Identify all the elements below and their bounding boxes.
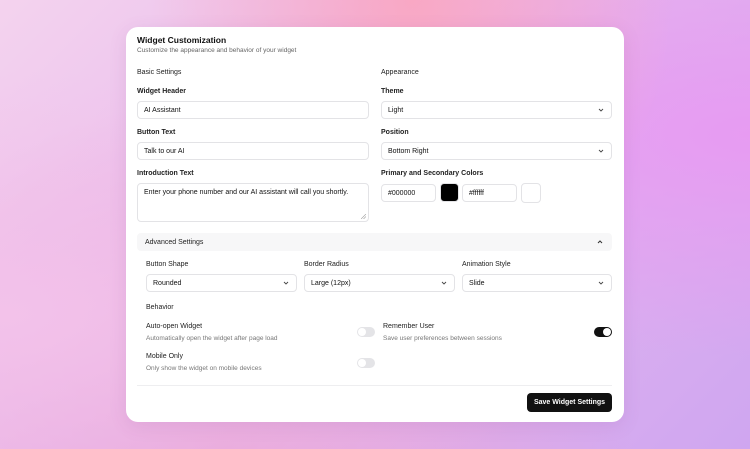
border-radius-select[interactable]: Large (12px) bbox=[304, 274, 455, 292]
footer-divider bbox=[137, 385, 612, 386]
button-shape-label: Button Shape bbox=[146, 261, 189, 268]
advanced-settings-toggle[interactable]: Advanced Settings bbox=[137, 233, 612, 251]
chevron-down-icon bbox=[598, 108, 604, 112]
advanced-settings-title: Advanced Settings bbox=[145, 238, 204, 246]
chevron-down-icon bbox=[598, 281, 604, 285]
button-text-label: Button Text bbox=[137, 129, 176, 136]
mobile-only-toggle[interactable] bbox=[357, 358, 375, 368]
widget-header-value: AI Assistant bbox=[144, 106, 181, 114]
page-subtitle: Customize the appearance and behavior of… bbox=[137, 47, 297, 54]
position-label: Position bbox=[381, 129, 409, 136]
animation-style-label: Animation Style bbox=[462, 261, 511, 268]
introduction-textarea[interactable]: Enter your phone number and our AI assis… bbox=[137, 183, 369, 222]
resize-grip-icon[interactable] bbox=[361, 214, 366, 219]
widget-header-label: Widget Header bbox=[137, 88, 186, 95]
auto-open-title: Auto-open Widget bbox=[146, 323, 203, 330]
appearance-label: Appearance bbox=[381, 69, 419, 76]
primary-color-input[interactable]: #000000 bbox=[381, 184, 436, 202]
primary-color-value: #000000 bbox=[388, 189, 416, 197]
toggle-knob bbox=[358, 359, 366, 367]
position-value: Bottom Right bbox=[388, 147, 429, 155]
widget-header-input[interactable]: AI Assistant bbox=[137, 101, 369, 119]
chevron-up-icon[interactable] bbox=[596, 238, 604, 246]
animation-style-select[interactable]: Slide bbox=[462, 274, 612, 292]
button-shape-value: Rounded bbox=[153, 279, 182, 287]
theme-select[interactable]: Light bbox=[381, 101, 612, 119]
chevron-down-icon bbox=[441, 281, 447, 285]
behavior-label: Behavior bbox=[146, 304, 174, 311]
chevron-down-icon bbox=[283, 281, 289, 285]
mobile-only-title: Mobile Only bbox=[146, 353, 183, 360]
button-text-value: Talk to our AI bbox=[144, 147, 185, 155]
border-radius-label: Border Radius bbox=[304, 261, 349, 268]
toggle-knob bbox=[358, 328, 366, 336]
theme-label: Theme bbox=[381, 88, 404, 95]
primary-color-swatch[interactable] bbox=[440, 183, 459, 202]
mobile-only-description: Only show the widget on mobile devices bbox=[146, 365, 262, 372]
auto-open-toggle[interactable] bbox=[357, 327, 375, 337]
border-radius-value: Large (12px) bbox=[311, 279, 351, 287]
auto-open-description: Automatically open the widget after page… bbox=[146, 335, 278, 342]
button-text-input[interactable]: Talk to our AI bbox=[137, 142, 369, 160]
secondary-color-input[interactable]: #ffffff bbox=[462, 184, 517, 202]
toggle-knob bbox=[603, 328, 611, 336]
remember-user-toggle[interactable] bbox=[594, 327, 612, 337]
colors-label: Primary and Secondary Colors bbox=[381, 170, 484, 177]
introduction-text-label: Introduction Text bbox=[137, 170, 194, 177]
basic-settings-label: Basic Settings bbox=[137, 69, 182, 76]
chevron-down-icon bbox=[598, 149, 604, 153]
remember-user-title: Remember User bbox=[383, 323, 435, 330]
save-widget-settings-button[interactable]: Save Widget Settings bbox=[527, 393, 612, 412]
button-shape-select[interactable]: Rounded bbox=[146, 274, 297, 292]
secondary-color-value: #ffffff bbox=[469, 189, 484, 197]
theme-value: Light bbox=[388, 106, 404, 114]
page-title: Widget Customization bbox=[137, 35, 227, 45]
widget-customization-card: Widget Customization Customize the appea… bbox=[126, 27, 624, 422]
introduction-text-value: Enter your phone number and our AI assis… bbox=[144, 189, 349, 196]
animation-style-value: Slide bbox=[469, 279, 485, 287]
secondary-color-swatch[interactable] bbox=[521, 183, 541, 203]
position-select[interactable]: Bottom Right bbox=[381, 142, 612, 160]
remember-user-description: Save user preferences between sessions bbox=[383, 335, 502, 342]
